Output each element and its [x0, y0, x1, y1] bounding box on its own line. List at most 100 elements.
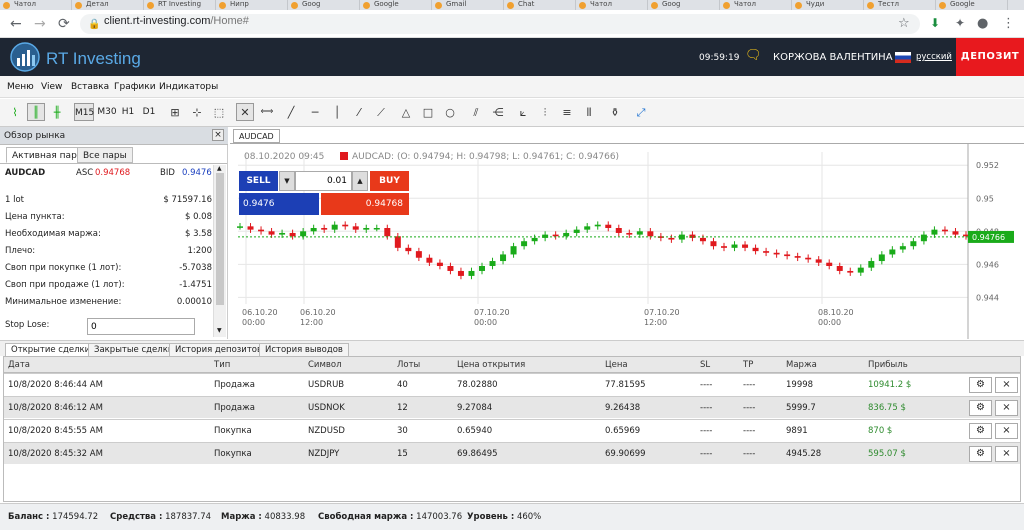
pitchfork-icon[interactable]: ⋲ [489, 103, 507, 121]
col-margin: Маржа [786, 360, 817, 370]
browser-tab[interactable]: Нипр [216, 0, 288, 10]
candle-body [373, 228, 380, 230]
lot-size-input[interactable] [295, 171, 352, 191]
browser-tab[interactable]: Chat [504, 0, 576, 10]
candlestick-icon[interactable]: ╫ [48, 103, 66, 121]
scroll-up-icon[interactable]: ▲ [217, 165, 222, 172]
buy-price[interactable]: 0.94768 [321, 193, 409, 215]
line-chart-icon[interactable]: ⌇ [6, 103, 24, 121]
close-trade-button[interactable]: × [995, 400, 1018, 416]
tab-active-pair[interactable]: Активная пара [6, 147, 89, 163]
table-row[interactable]: 10/8/2020 8:46:44 AM Продажа USDRUB 40 78.02… [4, 373, 1020, 395]
fibonacci-levels-icon[interactable]: ≡ [558, 103, 576, 121]
tab-open-trades[interactable]: Открытие сделки [5, 343, 97, 357]
candle-body [479, 266, 485, 271]
sell-button[interactable]: SELL [239, 171, 278, 191]
ray-icon[interactable]: ⁄ [350, 103, 368, 121]
browser-tab[interactable]: Google [360, 0, 432, 10]
sell-price[interactable]: 0.9476 [239, 193, 319, 215]
menu-item-view[interactable]: View [41, 82, 62, 92]
menu-item-charts[interactable]: Графики [114, 82, 156, 92]
fullscreen-icon[interactable]: ⤢ [632, 103, 650, 121]
browser-tab[interactable]: Тестл [864, 0, 936, 10]
timeframe-h1[interactable]: H1 [120, 103, 136, 121]
chart-tab-audcad[interactable]: AUDCAD [233, 129, 280, 143]
timeframe-m30[interactable]: M30 [97, 103, 117, 121]
bookmark-star-icon[interactable]: ☆ [898, 16, 910, 31]
close-trade-button[interactable]: × [995, 423, 1018, 439]
tab-withdrawal-history[interactable]: История выводов [259, 343, 349, 357]
browser-tab[interactable]: Gmail [432, 0, 504, 10]
menu-item-indicators[interactable]: Индикаторы [159, 82, 218, 92]
rectangle-icon[interactable]: □ [419, 103, 437, 121]
table-row[interactable]: 10/8/2020 8:45:55 AM Покупка NZDUSD 30 0.659… [4, 419, 1020, 441]
browser-tab[interactable]: Чатол [576, 0, 648, 10]
stop-loss-input[interactable] [87, 318, 195, 335]
trade-settings-icon[interactable]: ⚙ [969, 377, 992, 393]
close-trade-button[interactable]: × [995, 446, 1018, 462]
lot-increase-button[interactable]: ▲ [352, 171, 368, 191]
forward-arrow-icon[interactable]: → [34, 16, 46, 32]
fit-screen-icon[interactable]: ⬚ [210, 103, 228, 121]
close-trade-button[interactable]: × [995, 377, 1018, 393]
browser-tab[interactable]: RT Investing [144, 0, 216, 10]
tab-all-pairs[interactable]: Все пары [77, 147, 133, 163]
browser-tab[interactable]: Детал [72, 0, 144, 10]
kebab-menu-icon[interactable]: ⋮ [1002, 16, 1015, 31]
segment-icon[interactable]: ⟋ [372, 103, 390, 121]
candle-body [952, 231, 959, 235]
fibonacci-fan-icon[interactable]: ⫶ [536, 103, 554, 121]
tab-closed-trades[interactable]: Закрытые сделки [88, 343, 180, 357]
fibonacci-time-icon[interactable]: ⦀ [580, 103, 598, 121]
browser-tab[interactable]: Goog [288, 0, 360, 10]
gann-fan-icon[interactable]: ⟀ [514, 103, 532, 121]
deposit-button[interactable]: ДЕПОЗИТ [956, 38, 1024, 76]
x-tick-label: 00:00 [474, 318, 497, 327]
trade-settings-icon[interactable]: ⚙ [969, 400, 992, 416]
back-arrow-icon[interactable]: ← [10, 16, 22, 32]
tab-deposit-history[interactable]: История депозитов [169, 343, 268, 357]
reload-icon[interactable]: ⟳ [58, 16, 70, 32]
language-selector[interactable]: русский [916, 52, 952, 62]
buy-button[interactable]: BUY [370, 171, 409, 191]
triangle-icon[interactable]: △ [397, 103, 415, 121]
user-name[interactable]: КОРЖОВА ВАЛЕНТИНА [773, 52, 893, 63]
x-tick-label: 06.10.20 [300, 308, 336, 317]
scroll-down-icon[interactable]: ▼ [217, 327, 222, 334]
trend-line-icon[interactable]: ╱ [282, 103, 300, 121]
browser-tab[interactable]: Чатол [720, 0, 792, 10]
profile-icon[interactable]: ● [977, 16, 988, 31]
trade-settings-icon[interactable]: ⚙ [969, 423, 992, 439]
close-panel-button[interactable]: × [212, 129, 224, 141]
table-row[interactable]: 10/8/2020 8:45:32 AM Покупка NZDJPY 15 69.86… [4, 442, 1020, 464]
zoom-in-icon[interactable]: ⊞ [166, 103, 184, 121]
channel-icon[interactable]: ⫽ [467, 103, 485, 121]
sidebar-scrollbar[interactable]: ▲ ▼ [213, 165, 226, 337]
browser-tab[interactable]: Чуди [792, 0, 864, 10]
chat-icon[interactable]: 🗨 [745, 48, 762, 63]
browser-tab-label: Chat [518, 0, 535, 8]
lot-decrease-button[interactable]: ▼ [279, 171, 295, 191]
horizontal-line-icon[interactable]: ─ [306, 103, 324, 121]
cursor-cross-icon[interactable]: ✕ [236, 103, 254, 121]
trade-settings-icon[interactable]: ⚙ [969, 446, 992, 462]
arrows-icon[interactable]: ⟺ [258, 103, 276, 121]
timeframe-d1[interactable]: D1 [141, 103, 157, 121]
x-tick-label: 08.10.20 [818, 308, 854, 317]
crosshair-icon[interactable]: ⊹ [188, 103, 206, 121]
browser-tab[interactable]: Google [936, 0, 1008, 10]
timeframe-m15[interactable]: M15 [74, 103, 94, 121]
puzzle-icon[interactable]: ✦ [955, 16, 965, 30]
cell-date: 10/8/2020 8:46:44 AM [8, 380, 103, 390]
browser-tab[interactable]: Чатол [0, 0, 72, 10]
info-row-margin: Необходимая маржа: $ 3.58 [5, 229, 212, 239]
browser-tab[interactable]: Goog [648, 0, 720, 10]
bar-chart-icon[interactable]: ║ [27, 103, 45, 121]
vertical-line-icon[interactable]: │ [328, 103, 346, 121]
table-row[interactable]: 10/8/2020 8:46:12 AM Продажа USDNOK 12 9.270… [4, 396, 1020, 418]
extension-icon[interactable]: ⬇ [930, 16, 940, 30]
clear-objects-icon[interactable]: ⚱ [606, 103, 624, 121]
ellipse-icon[interactable]: ○ [441, 103, 459, 121]
menu-item-insert[interactable]: Вставка [71, 82, 109, 92]
menu-item-menu[interactable]: Меню [7, 82, 34, 92]
